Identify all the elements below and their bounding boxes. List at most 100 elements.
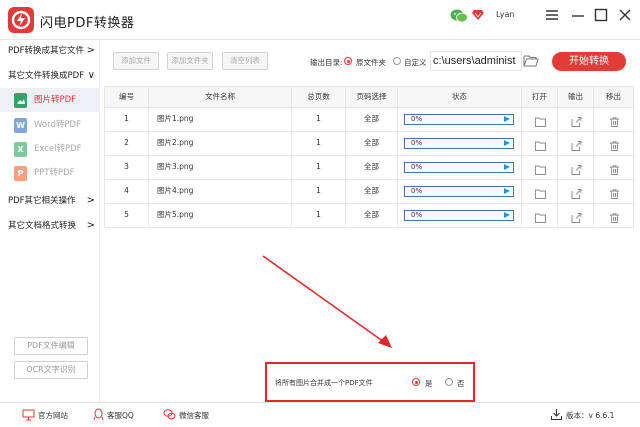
row-page-range[interactable]: 全部 bbox=[346, 204, 398, 228]
row-file-name: 图片4.png bbox=[149, 180, 292, 204]
row-file-name: 图片1.png bbox=[149, 108, 292, 132]
progress-bar: 0% bbox=[404, 210, 514, 221]
sidebar: PDF转换成其它文件 > 其它文件转换成PDF ∨ 图片转PDF W Word转… bbox=[0, 40, 100, 402]
add-folder-button[interactable]: 添加文件夹 bbox=[167, 52, 213, 70]
row-open-cell bbox=[522, 108, 558, 132]
remove-trash-icon[interactable] bbox=[609, 114, 620, 127]
row-remove-cell bbox=[594, 180, 634, 204]
play-icon[interactable] bbox=[504, 116, 510, 122]
remove-trash-icon[interactable] bbox=[609, 186, 620, 199]
open-output-icon[interactable] bbox=[571, 186, 582, 199]
maximize-icon[interactable] bbox=[593, 7, 609, 23]
minimize-icon[interactable] bbox=[570, 7, 586, 23]
sidebar-group-other-to-pdf[interactable]: 其它文件转换成PDF ∨ bbox=[0, 65, 100, 87]
open-output-icon[interactable] bbox=[571, 210, 582, 223]
merge-no-radio[interactable] bbox=[445, 378, 453, 386]
row-page-range[interactable]: 全部 bbox=[346, 180, 398, 204]
image-file-icon bbox=[14, 93, 27, 108]
row-remove-cell bbox=[594, 204, 634, 228]
header-page-range: 页码选择 bbox=[346, 86, 398, 108]
open-output-icon[interactable] bbox=[571, 138, 582, 151]
open-file-icon[interactable] bbox=[534, 114, 546, 127]
remove-trash-icon[interactable] bbox=[609, 138, 620, 151]
open-output-icon[interactable] bbox=[571, 114, 582, 127]
merge-yes-label[interactable]: 是 bbox=[425, 378, 433, 389]
play-icon[interactable] bbox=[504, 188, 510, 194]
row-remove-cell bbox=[594, 156, 634, 180]
row-total-pages: 1 bbox=[292, 132, 346, 156]
app-logo-icon bbox=[8, 7, 34, 33]
play-icon[interactable] bbox=[504, 140, 510, 146]
progress-bar: 0% bbox=[404, 114, 514, 125]
source-folder-label[interactable]: 原文件夹 bbox=[356, 57, 386, 68]
progress-text: 0% bbox=[411, 187, 423, 195]
menu-icon[interactable] bbox=[544, 7, 560, 23]
row-remove-cell bbox=[594, 132, 634, 156]
progress-bar: 0% bbox=[404, 162, 514, 173]
row-file-name: 图片5.png bbox=[149, 204, 292, 228]
open-file-icon[interactable] bbox=[534, 162, 546, 175]
row-page-range[interactable]: 全部 bbox=[346, 156, 398, 180]
sidebar-group-label: 其它文档格式转换 bbox=[8, 221, 77, 231]
merge-yes-radio[interactable] bbox=[412, 378, 420, 386]
custom-folder-radio[interactable] bbox=[393, 57, 401, 65]
close-icon[interactable] bbox=[617, 7, 633, 23]
header-remove: 移出 bbox=[594, 86, 634, 108]
play-icon[interactable] bbox=[504, 164, 510, 170]
wechat-icon[interactable] bbox=[450, 9, 468, 23]
remove-trash-icon[interactable] bbox=[609, 210, 620, 223]
sidebar-item-image-to-pdf[interactable]: 图片转PDF bbox=[0, 88, 100, 112]
header-total-pages: 总页数 bbox=[292, 86, 346, 108]
sidebar-item-label: Excel转PDF bbox=[34, 144, 82, 154]
clear-list-button[interactable]: 清空列表 bbox=[222, 52, 268, 70]
row-output-cell bbox=[558, 156, 594, 180]
merge-no-label[interactable]: 否 bbox=[457, 378, 465, 389]
row-number: 5 bbox=[104, 204, 149, 228]
sidebar-item-excel-to-pdf[interactable]: X Excel转PDF bbox=[0, 137, 100, 161]
row-page-range[interactable]: 全部 bbox=[346, 108, 398, 132]
row-number: 4 bbox=[104, 180, 149, 204]
open-file-icon[interactable] bbox=[534, 138, 546, 151]
start-convert-button[interactable]: 开始转换 bbox=[552, 52, 626, 71]
output-directory-label: 输出目录: bbox=[310, 58, 343, 67]
username[interactable]: Lyan bbox=[496, 10, 514, 19]
row-open-cell bbox=[522, 204, 558, 228]
add-file-button[interactable]: 添加文件 bbox=[113, 52, 159, 70]
sidebar-group-pdf-operations[interactable]: PDF其它相关操作 > bbox=[0, 190, 100, 212]
qq-support-link[interactable]: 客服QQ bbox=[107, 410, 134, 421]
chevron-right-icon: > bbox=[86, 220, 95, 231]
open-file-icon[interactable] bbox=[534, 210, 546, 223]
title-bar: 闪电PDF转换器 Lyan bbox=[0, 0, 640, 40]
remove-trash-icon[interactable] bbox=[609, 162, 620, 175]
sidebar-group-pdf-to-other[interactable]: PDF转换成其它文件 > bbox=[0, 40, 100, 62]
wechat-support-link[interactable]: 微信客服 bbox=[179, 410, 209, 421]
qq-icon bbox=[92, 408, 105, 421]
row-status: 0% bbox=[398, 180, 522, 204]
sidebar-item-ppt-to-pdf[interactable]: P PPT转PDF bbox=[0, 161, 100, 185]
sidebar-item-word-to-pdf[interactable]: W Word转PDF bbox=[0, 113, 100, 137]
row-page-range[interactable]: 全部 bbox=[346, 132, 398, 156]
folder-open-icon[interactable] bbox=[523, 54, 539, 68]
row-number: 1 bbox=[104, 108, 149, 132]
sidebar-group-label: PDF转换成其它文件 bbox=[8, 46, 85, 56]
sidebar-group-label: PDF其它相关操作 bbox=[8, 196, 76, 206]
open-output-icon[interactable] bbox=[571, 162, 582, 175]
pdf-edit-button[interactable]: PDF文件编辑 bbox=[14, 337, 88, 355]
custom-folder-label[interactable]: 自定义 bbox=[404, 57, 427, 68]
open-file-icon[interactable] bbox=[534, 186, 546, 199]
vip-diamond-icon[interactable] bbox=[472, 10, 484, 20]
output-path-input[interactable]: c:\users\administ bbox=[430, 51, 522, 71]
header-output: 输出 bbox=[558, 86, 594, 108]
row-status: 0% bbox=[398, 108, 522, 132]
progress-text: 0% bbox=[411, 163, 423, 171]
sidebar-group-doc-convert[interactable]: 其它文档格式转换 > bbox=[0, 215, 100, 237]
excel-file-icon: X bbox=[14, 142, 27, 157]
chevron-right-icon: > bbox=[86, 195, 95, 206]
ocr-button[interactable]: OCR文字识别 bbox=[14, 361, 88, 379]
website-link[interactable]: 官方网站 bbox=[38, 410, 68, 421]
chevron-down-icon: ∨ bbox=[87, 70, 95, 81]
play-icon[interactable] bbox=[504, 212, 510, 218]
row-status: 0% bbox=[398, 204, 522, 228]
sidebar-group-label: 其它文件转换成PDF bbox=[8, 71, 85, 81]
source-folder-radio[interactable] bbox=[344, 57, 352, 65]
